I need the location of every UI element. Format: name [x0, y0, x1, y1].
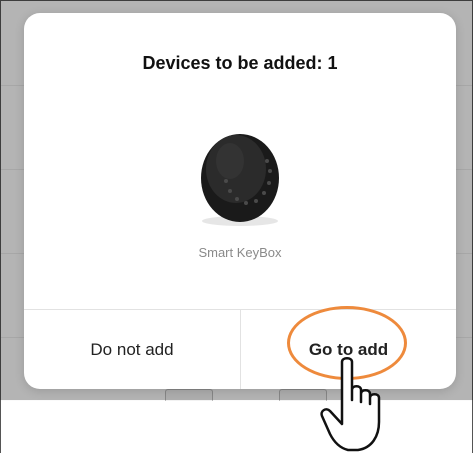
dialog-title: Devices to be added: 1	[142, 53, 338, 73]
do-not-add-button[interactable]: Do not add	[24, 310, 240, 389]
device-tile[interactable]: Smart KeyBox	[190, 123, 290, 260]
background-bottom-area	[1, 401, 472, 453]
keybox-device-icon	[201, 134, 279, 226]
device-name: Smart KeyBox	[198, 245, 282, 260]
pointing-hand-icon	[320, 357, 381, 452]
